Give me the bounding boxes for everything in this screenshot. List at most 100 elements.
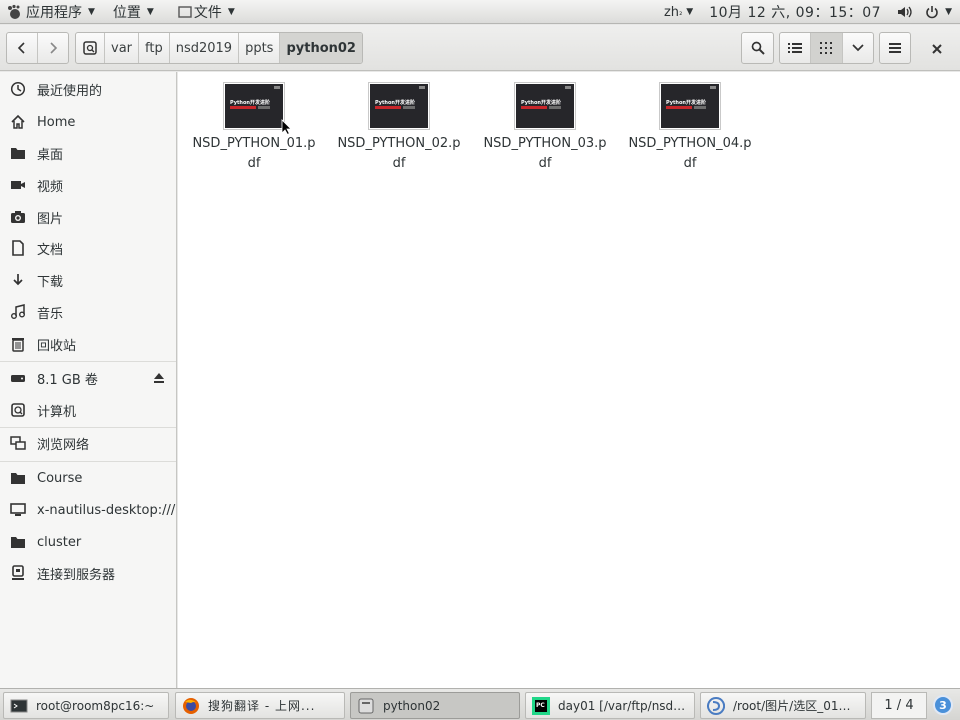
input-method-label: zh <box>663 4 680 20</box>
sidebar-item-label: 连接到服务器 <box>37 567 116 583</box>
sidebar-item-documents[interactable]: 文档 <box>0 233 176 263</box>
sidebar-item-connect-server[interactable]: 连接到服务器 <box>0 558 176 588</box>
list-view-button[interactable] <box>780 33 812 63</box>
pdf-thumbnail: Python开发进阶 <box>514 82 576 130</box>
file-item[interactable]: Python开发进阶 NSD_PYTHON_01.pdf <box>189 76 319 176</box>
breadcrumb-python02[interactable]: python02 <box>280 33 362 63</box>
task-label: /root/图片/选区_01… <box>733 699 851 713</box>
thumb-bar-gray <box>694 106 706 109</box>
task-files[interactable]: python02 <box>350 692 520 719</box>
files-app-icon <box>178 5 192 18</box>
trash-icon <box>9 335 27 353</box>
notification-badge[interactable]: 3 <box>933 695 953 715</box>
folder-icon <box>9 469 27 487</box>
sidebar-item-label: 音乐 <box>37 306 64 322</box>
chevron-down-icon: ▼ <box>146 6 154 17</box>
image-viewer-icon <box>707 696 725 715</box>
sidebar-item-label: 视频 <box>37 179 64 195</box>
file-item[interactable]: Python开发进阶 NSD_PYTHON_04.pdf <box>625 76 755 176</box>
sidebar-item-label: 图片 <box>37 211 64 227</box>
sidebar-item-label: 计算机 <box>37 404 77 420</box>
header-bar: var ftp nsd2019 ppts python02 <box>0 25 960 71</box>
file-item[interactable]: Python开发进阶 NSD_PYTHON_02.pdf <box>334 76 464 176</box>
breadcrumb-ppts[interactable]: ppts <box>239 33 281 63</box>
chevron-down-icon: ▼ <box>88 6 95 17</box>
sidebar-item-label: cluster <box>37 534 82 550</box>
pdf-thumbnail: Python开发进阶 <box>659 82 721 130</box>
folder-icon <box>9 144 27 162</box>
sidebar-item-recent[interactable]: 最近使用的 <box>0 74 176 104</box>
taskbar: root@room8pc16:~ 搜狗翻译 - 上网... python02 P… <box>0 688 960 720</box>
task-image-viewer[interactable]: /root/图片/选区_01… <box>700 692 866 719</box>
back-button[interactable] <box>7 33 38 63</box>
firefox-icon <box>183 697 199 714</box>
workspace-pager[interactable]: 1 / 4 <box>871 692 927 719</box>
sidebar-item-music[interactable]: 音乐 <box>0 297 176 327</box>
drive-icon <box>9 369 27 387</box>
app-menu-label: 文件 <box>193 4 222 21</box>
sidebar-item-volume[interactable]: 8.1 GB 卷 <box>0 363 176 393</box>
system-status[interactable]: ▼ <box>897 5 952 19</box>
places-menu[interactable]: 位置 ▼ <box>107 0 160 24</box>
sidebar-item-computer[interactable]: 计算机 <box>0 395 176 425</box>
task-firefox[interactable]: 搜狗翻译 - 上网... <box>175 692 345 719</box>
thumb-title: Python开发进阶 <box>666 100 706 106</box>
task-pycharm[interactable]: PC day01 [/var/ftp/nsd… <box>525 692 695 719</box>
close-icon <box>932 44 942 54</box>
sidebar-item-label: 桌面 <box>37 147 64 163</box>
close-window-button[interactable] <box>925 37 949 61</box>
sidebar-item-label: x-nautilus-desktop:/// <box>37 502 176 518</box>
input-method-sub: ₂ <box>679 7 683 17</box>
task-label: day01 [/var/ftp/nsd… <box>558 698 686 713</box>
breadcrumb-root[interactable] <box>76 33 105 63</box>
video-icon <box>9 176 27 194</box>
file-item[interactable]: Python开发进阶 NSD_PYTHON_03.pdf <box>480 76 610 176</box>
breadcrumb-ftp[interactable]: ftp <box>139 33 170 63</box>
search-icon <box>751 41 765 55</box>
grid-view-button[interactable] <box>811 33 843 63</box>
sidebar-item-videos[interactable]: 视频 <box>0 170 176 200</box>
sidebar-item-trash[interactable]: 回收站 <box>0 329 176 359</box>
input-method-indicator[interactable]: zh ₂ ▼ <box>664 5 693 20</box>
navigation-buttons <box>6 32 69 64</box>
list-icon <box>788 43 803 53</box>
pdf-thumbnail: Python开发进阶 <box>223 82 285 130</box>
sidebar-item-course[interactable]: Course <box>0 463 176 493</box>
task-terminal[interactable]: root@room8pc16:~ <box>3 692 169 719</box>
home-icon <box>9 113 27 131</box>
clock[interactable]: 10月 12 六, 09：15：07 <box>709 2 881 22</box>
task-label: python02 <box>383 698 441 713</box>
sidebar-item-downloads[interactable]: 下载 <box>0 265 176 295</box>
grid-icon <box>820 42 833 54</box>
sidebar-item-nautilus-desktop[interactable]: x-nautilus-desktop:/// <box>0 495 176 525</box>
sidebar-item-pictures[interactable]: 图片 <box>0 202 176 232</box>
top-panel: 应用程序 ▼ 位置 ▼ 文件 ▼ zh ₂ ▼ 10月 12 六, 09：15：0… <box>0 0 960 24</box>
app-menu[interactable]: 文件 ▼ <box>172 0 241 24</box>
terminal-icon <box>10 699 28 712</box>
view-options-button[interactable] <box>843 33 873 63</box>
sidebar-item-network[interactable]: 浏览网络 <box>0 428 176 458</box>
breadcrumb-var[interactable]: var <box>105 33 140 63</box>
sidebar-item-cluster[interactable]: cluster <box>0 527 176 557</box>
breadcrumb: var ftp nsd2019 ppts python02 <box>75 32 363 64</box>
sidebar-item-home[interactable]: Home <box>0 107 176 137</box>
view-switcher <box>779 32 874 64</box>
hamburger-menu-button[interactable] <box>879 32 911 64</box>
eject-icon[interactable] <box>152 371 166 385</box>
sidebar-item-desktop[interactable]: 桌面 <box>0 138 176 168</box>
thumb-bar-red <box>375 106 401 109</box>
file-view[interactable]: Python开发进阶 NSD_PYTHON_01.pdf Python开发进阶 … <box>178 72 960 688</box>
camera-icon <box>9 208 27 226</box>
file-name: NSD_PYTHON_03.pdf <box>483 136 607 171</box>
sidebar-item-label: Course <box>37 470 83 486</box>
task-label: 搜狗翻译 - 上网... <box>208 699 316 713</box>
applications-menu[interactable]: 应用程序 ▼ <box>0 0 101 24</box>
power-icon <box>926 6 938 19</box>
thumb-bar-gray <box>403 106 415 109</box>
breadcrumb-nsd2019[interactable]: nsd2019 <box>170 33 240 63</box>
search-button[interactable] <box>741 32 774 64</box>
forward-button[interactable] <box>38 33 68 63</box>
download-icon <box>9 271 27 289</box>
chevron-down-icon: ▼ <box>945 7 952 17</box>
chevron-right-icon <box>50 42 57 54</box>
